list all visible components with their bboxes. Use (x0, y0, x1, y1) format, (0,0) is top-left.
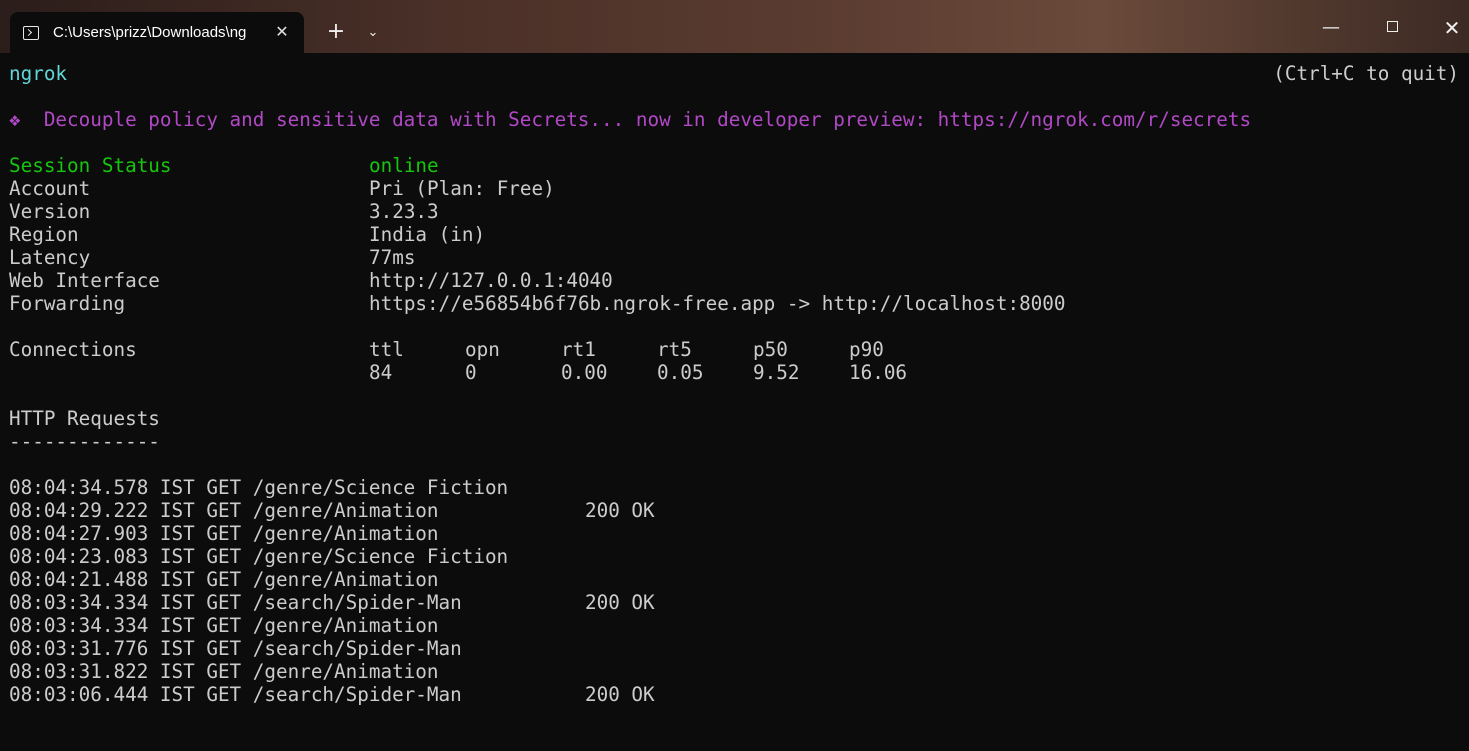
http-request-row: 08:03:34.334 IST GET /search/Spider-Man 2… (9, 591, 709, 614)
close-window-button[interactable]: ✕ (1437, 14, 1467, 42)
session-value: India (in) (369, 223, 486, 246)
session-label: Session Status (9, 154, 172, 177)
connections-header: rt5 (657, 338, 692, 361)
request-line: 08:03:34.334 IST GET /search/Spider-Man (9, 591, 462, 614)
request-line: 08:03:31.822 IST GET /genre/Animation (9, 660, 439, 683)
session-value: Pri (Plan: Free) (369, 177, 555, 200)
request-line: 08:04:21.488 IST GET /genre/Animation (9, 568, 439, 591)
quit-hint: (Ctrl+C to quit) (1273, 62, 1459, 85)
connections-value: 0.00 (561, 361, 608, 384)
http-requests-underline: ------------- (9, 430, 160, 453)
http-request-row: 08:04:23.083 IST GET /genre/Science Fict… (9, 545, 709, 568)
tab-close-icon[interactable]: ✕ (272, 22, 292, 42)
session-label: Account (9, 177, 91, 200)
request-line: 08:03:34.334 IST GET /genre/Animation (9, 614, 439, 637)
terminal-icon (23, 25, 39, 40)
http-request-row: 08:04:29.222 IST GET /genre/Animation 200… (9, 499, 709, 522)
connections-value: 9.52 (753, 361, 800, 384)
request-line: 08:04:29.222 IST GET /genre/Animation (9, 499, 439, 522)
session-label: Version (9, 200, 91, 223)
request-line: 08:04:27.903 IST GET /genre/Animation (9, 522, 439, 545)
connections-value: 0 (465, 361, 477, 384)
session-label: Latency (9, 246, 91, 269)
session-label: Region (9, 223, 79, 246)
connections-header: opn (465, 338, 500, 361)
tab-title: C:\Users\prizz\Downloads\ng (53, 24, 247, 41)
session-label: Forwarding (9, 292, 126, 315)
request-status: 200 OK (585, 683, 655, 706)
new-tab-button[interactable]: + (324, 20, 348, 44)
http-request-row: 08:03:31.822 IST GET /genre/Animation (9, 660, 709, 683)
terminal-output[interactable]: ngrok (Ctrl+C to quit) ❖ Decouple policy… (9, 62, 1459, 742)
session-label: Web Interface (9, 269, 160, 292)
title-bar[interactable]: C:\Users\prizz\Downloads\ng ✕ + ⌄ — ✕ (0, 0, 1469, 53)
tab-terminal[interactable]: C:\Users\prizz\Downloads\ng ✕ (10, 12, 304, 53)
request-line: 08:04:23.083 IST GET /genre/Science Fict… (9, 545, 509, 568)
session-value: 77ms (369, 246, 416, 269)
connections-label: Connections (9, 338, 137, 361)
secrets-banner: ❖ Decouple policy and sensitive data wit… (9, 108, 1252, 131)
connections-header: rt1 (561, 338, 596, 361)
http-request-row: 08:03:34.334 IST GET /genre/Animation (9, 614, 709, 637)
connections-header: p90 (849, 338, 884, 361)
http-request-row: 08:04:21.488 IST GET /genre/Animation (9, 568, 709, 591)
terminal-window: C:\Users\prizz\Downloads\ng ✕ + ⌄ — ✕ ng… (0, 0, 1469, 751)
connections-header: p50 (753, 338, 788, 361)
chevron-down-icon[interactable]: ⌄ (362, 22, 384, 44)
session-value: online (369, 154, 439, 177)
session-value: https://e56854b6f76b.ngrok-free.app -> h… (369, 292, 1066, 315)
http-request-row: 08:03:31.776 IST GET /search/Spider-Man (9, 637, 709, 660)
session-value: http://127.0.0.1:4040 (369, 269, 613, 292)
minimize-button[interactable]: — (1316, 14, 1346, 42)
session-value: 3.23.3 (369, 200, 439, 223)
http-request-row: 08:03:06.444 IST GET /search/Spider-Man 2… (9, 683, 709, 706)
http-requests-title: HTTP Requests (9, 407, 160, 430)
request-line: 08:04:34.578 IST GET /genre/Science Fict… (9, 476, 509, 499)
app-name: ngrok (9, 62, 68, 85)
connections-value: 0.05 (657, 361, 704, 384)
connections-value: 84 (369, 361, 393, 384)
connections-header: ttl (369, 338, 404, 361)
maximize-button[interactable] (1378, 14, 1408, 42)
request-status: 200 OK (585, 591, 655, 614)
http-request-row: 08:04:34.578 IST GET /genre/Science Fict… (9, 476, 709, 499)
http-request-row: 08:04:27.903 IST GET /genre/Animation (9, 522, 709, 545)
request-line: 08:03:31.776 IST GET /search/Spider-Man (9, 637, 462, 660)
connections-value: 16.06 (849, 361, 908, 384)
request-line: 08:03:06.444 IST GET /search/Spider-Man (9, 683, 462, 706)
request-status: 200 OK (585, 499, 655, 522)
